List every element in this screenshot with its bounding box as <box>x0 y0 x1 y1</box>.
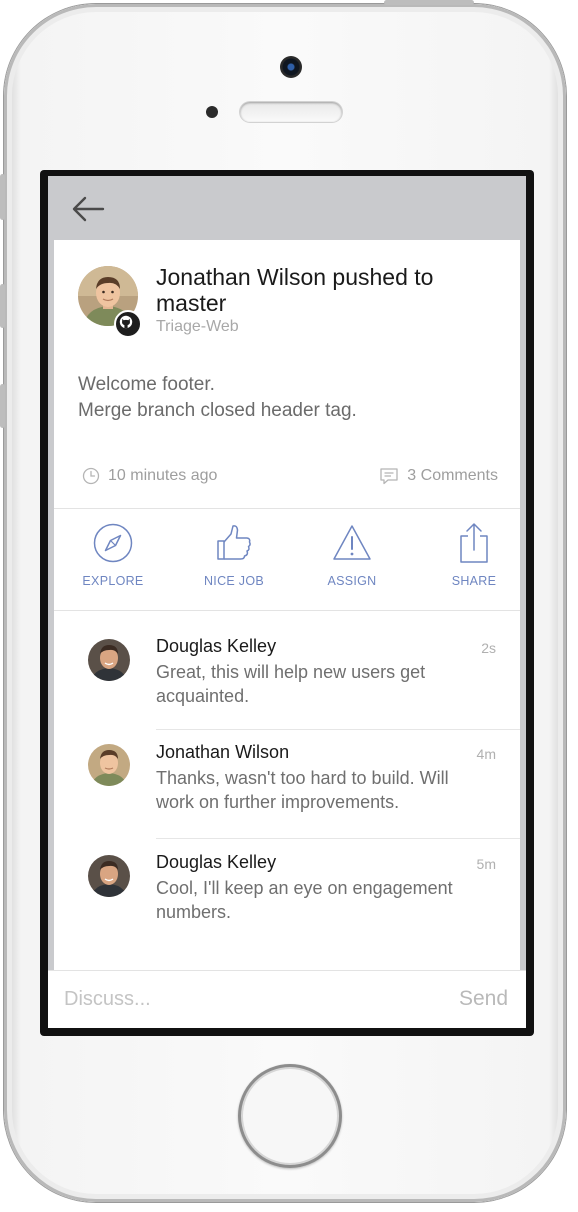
send-button[interactable]: Send <box>459 981 508 1017</box>
app-viewport: Jonathan Wilson pushed to master Triage-… <box>48 176 526 1028</box>
share-label: SHARE <box>451 574 497 588</box>
comments-count[interactable]: 3 Comments <box>379 466 498 486</box>
comment-text: Great, this will help new users get acqu… <box>156 662 426 706</box>
discuss-input[interactable] <box>64 981 404 1017</box>
phone-frame: Jonathan Wilson pushed to master Triage-… <box>0 0 566 1202</box>
commit-line: Welcome footer. <box>78 374 215 395</box>
volume-up-button <box>0 284 5 328</box>
proximity-sensor <box>206 106 218 118</box>
commenter-avatar[interactable] <box>88 744 130 786</box>
earpiece-speaker <box>240 102 342 122</box>
comments-count-text: 3 Comments <box>407 467 498 484</box>
share-button[interactable]: SHARE <box>424 522 524 588</box>
comment-bubble-icon <box>380 468 398 485</box>
home-button[interactable] <box>238 1064 342 1168</box>
warning-icon <box>333 525 371 560</box>
comment-separator <box>156 838 520 839</box>
top-bar <box>48 176 526 240</box>
comment-time: 4m <box>476 746 496 762</box>
comment-text: Thanks, wasn't too hard to build. Will w… <box>156 768 449 812</box>
github-icon <box>114 310 142 338</box>
phone-screen: Jonathan Wilson pushed to master Triage-… <box>40 170 534 1036</box>
power-button <box>384 0 474 5</box>
mute-switch <box>0 174 5 220</box>
assign-label: ASSIGN <box>327 574 377 588</box>
comment-author[interactable]: Jonathan Wilson <box>156 742 289 763</box>
post-title: Jonathan Wilson pushed to master <box>156 264 434 316</box>
share-icon <box>460 523 488 563</box>
post-card: Jonathan Wilson pushed to master Triage-… <box>54 240 520 1028</box>
back-arrow-icon[interactable] <box>70 194 106 224</box>
repository-name[interactable]: Triage-Web <box>156 318 239 336</box>
post-timestamp: 10 minutes ago <box>82 466 217 486</box>
commenter-avatar[interactable] <box>88 855 130 897</box>
timestamp-text: 10 minutes ago <box>108 467 218 484</box>
action-bar: EXPLORE NICE JOB ASSIGN SHARE <box>54 508 520 610</box>
comment-time: 2s <box>481 640 496 656</box>
comment-time: 5m <box>476 856 496 872</box>
compass-icon <box>93 523 133 563</box>
volume-down-button <box>0 384 5 428</box>
divider <box>54 610 520 611</box>
commit-message: Welcome footer. Merge branch closed head… <box>78 372 498 424</box>
comment-author[interactable]: Douglas Kelley <box>156 852 276 873</box>
thumbs-up-icon <box>217 525 251 560</box>
nice-job-button[interactable]: NICE JOB <box>184 522 284 588</box>
comment-composer: Send <box>48 970 526 1028</box>
commenter-avatar[interactable] <box>88 639 130 681</box>
commit-line: Merge branch closed header tag. <box>78 400 357 421</box>
clock-icon <box>82 467 100 485</box>
comment-text: Cool, I'll keep an eye on engagement num… <box>156 878 453 922</box>
explore-label: EXPLORE <box>82 574 144 588</box>
comment-author[interactable]: Douglas Kelley <box>156 636 276 657</box>
assign-button[interactable]: ASSIGN <box>302 522 402 588</box>
comment-separator <box>156 729 520 730</box>
front-camera <box>280 56 302 78</box>
nice-job-label: NICE JOB <box>203 574 265 588</box>
explore-button[interactable]: EXPLORE <box>63 522 163 588</box>
